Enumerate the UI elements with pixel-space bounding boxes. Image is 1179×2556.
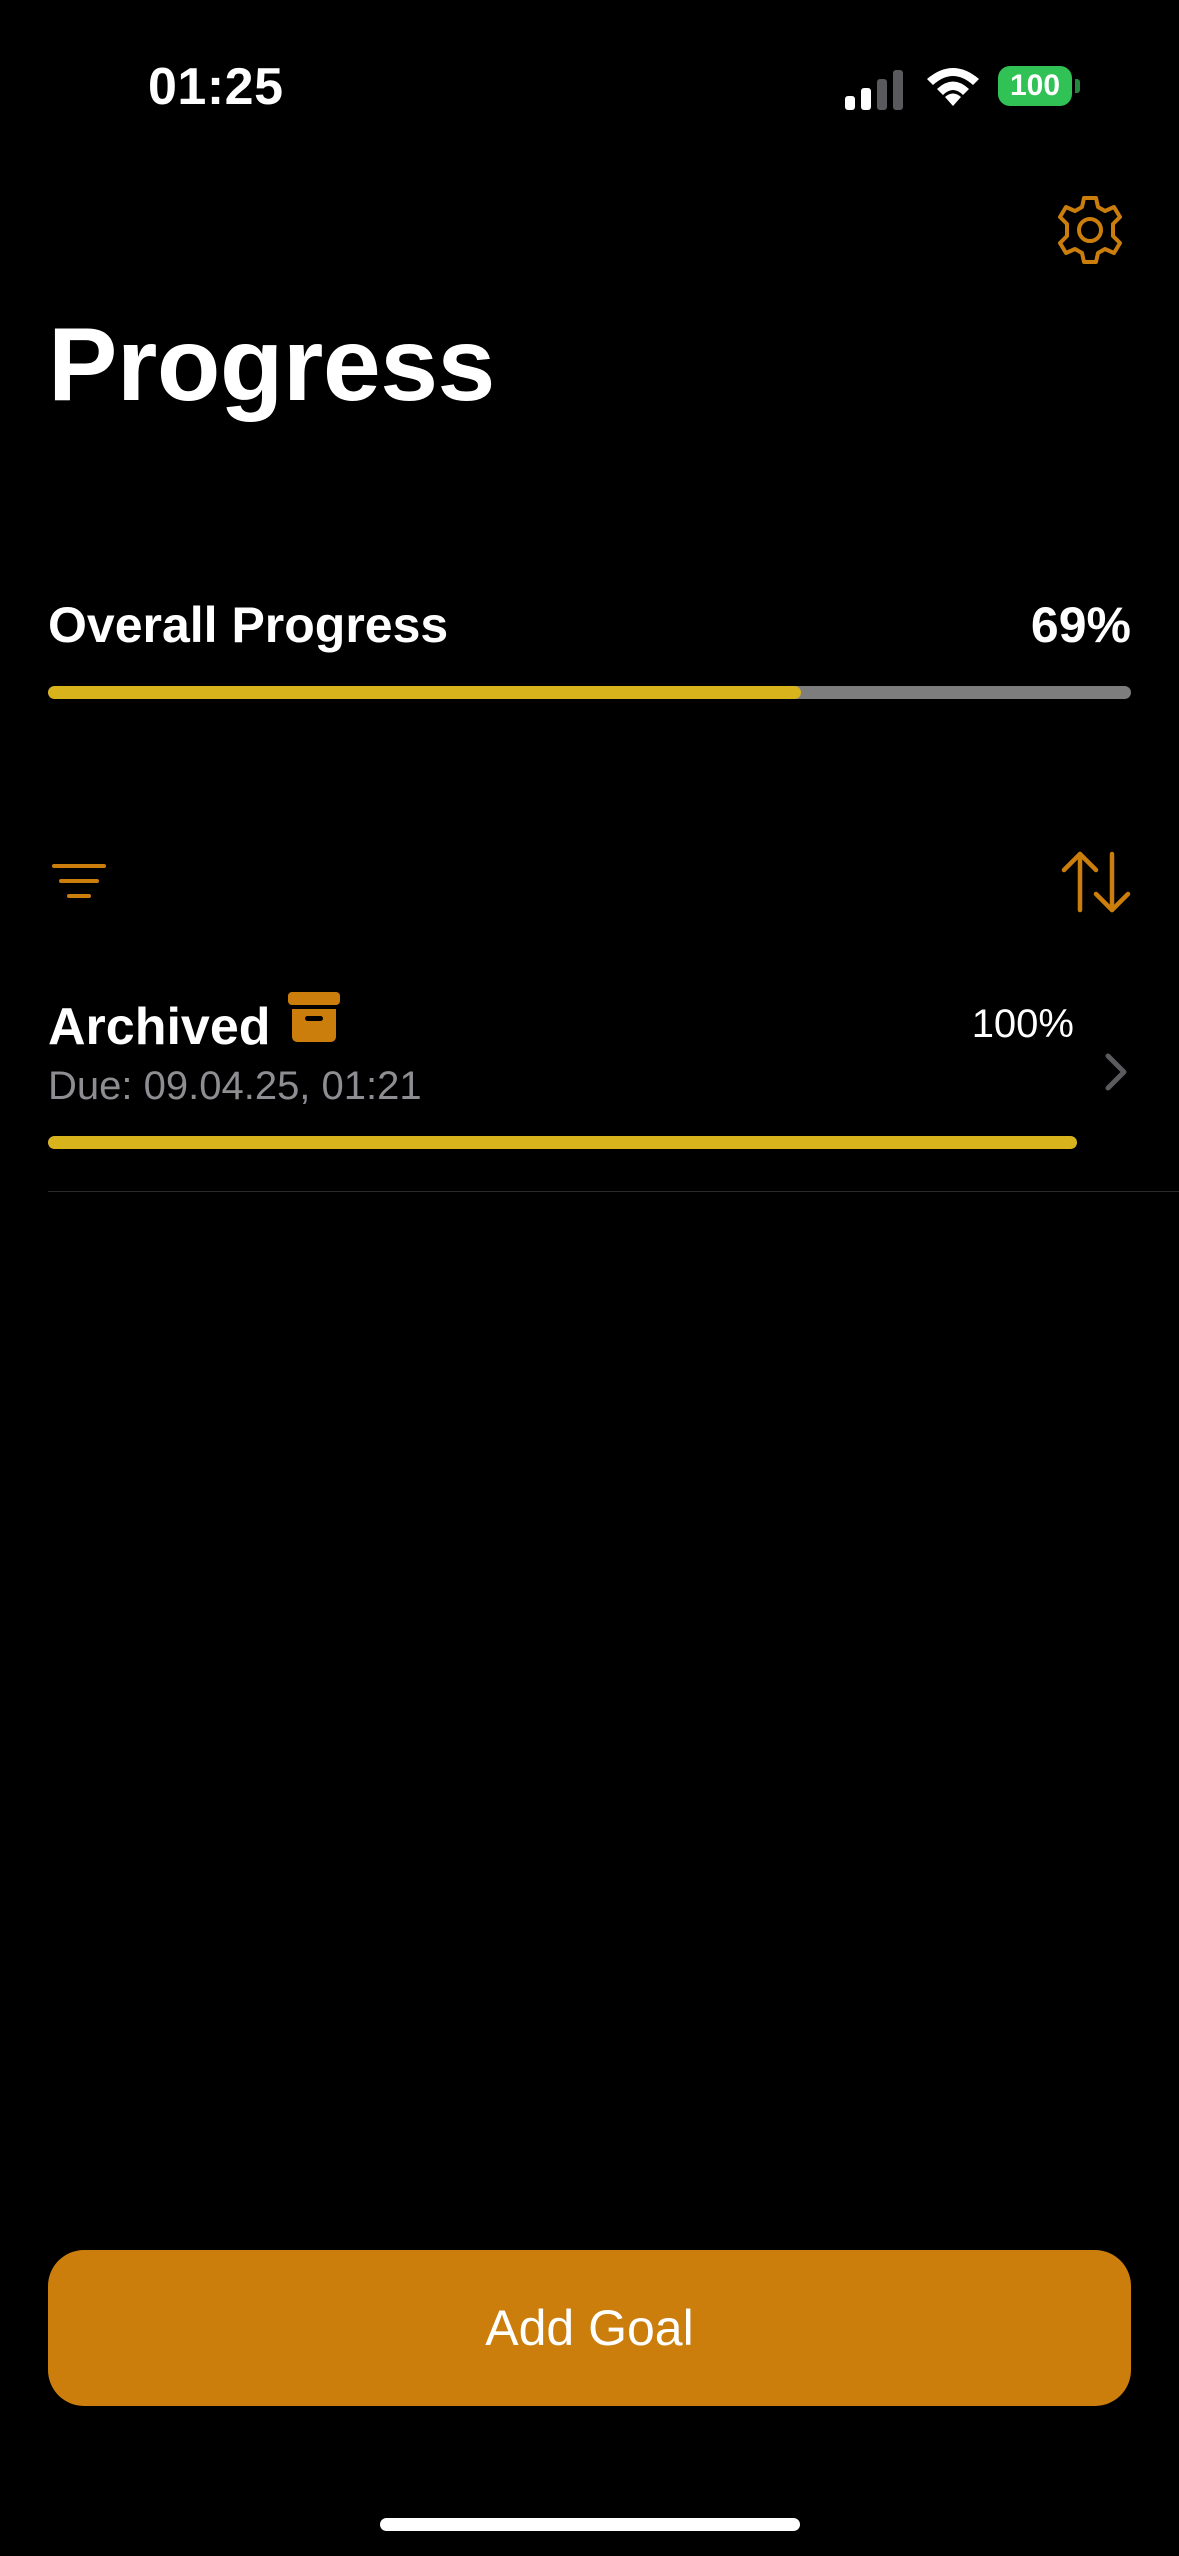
status-time: 01:25	[148, 58, 284, 116]
goal-title: Archived	[48, 998, 271, 1056]
overall-progress-value: 69%	[1030, 597, 1131, 653]
overall-progress-bar	[48, 686, 1131, 699]
overall-progress-fill	[48, 686, 801, 699]
goal-due-date: Due: 09.04.25, 01:21	[48, 1064, 422, 1108]
filter-icon[interactable]	[50, 856, 110, 906]
sort-icon[interactable]	[1060, 848, 1132, 916]
battery-indicator: 100	[998, 66, 1072, 106]
page-title: Progress	[48, 307, 495, 423]
gear-icon[interactable]	[1052, 192, 1128, 268]
goal-percent: 100%	[971, 1002, 1074, 1046]
goal-row[interactable]: Archived 100% Due: 09.04.25, 01:21	[0, 960, 1179, 1192]
chevron-right-icon	[1105, 1053, 1127, 1091]
battery-level: 100	[1009, 69, 1061, 102]
cellular-signal-icon	[845, 70, 903, 110]
overall-progress-label: Overall Progress	[48, 597, 449, 653]
goal-progress-fill	[48, 1136, 1077, 1149]
row-divider	[48, 1191, 1179, 1192]
archive-box-icon	[288, 992, 340, 1042]
wifi-icon	[927, 68, 979, 106]
battery-tip	[1075, 79, 1080, 93]
home-indicator	[380, 2518, 800, 2531]
goal-progress-bar	[48, 1136, 1077, 1149]
add-goal-button[interactable]: Add Goal	[48, 2250, 1131, 2406]
